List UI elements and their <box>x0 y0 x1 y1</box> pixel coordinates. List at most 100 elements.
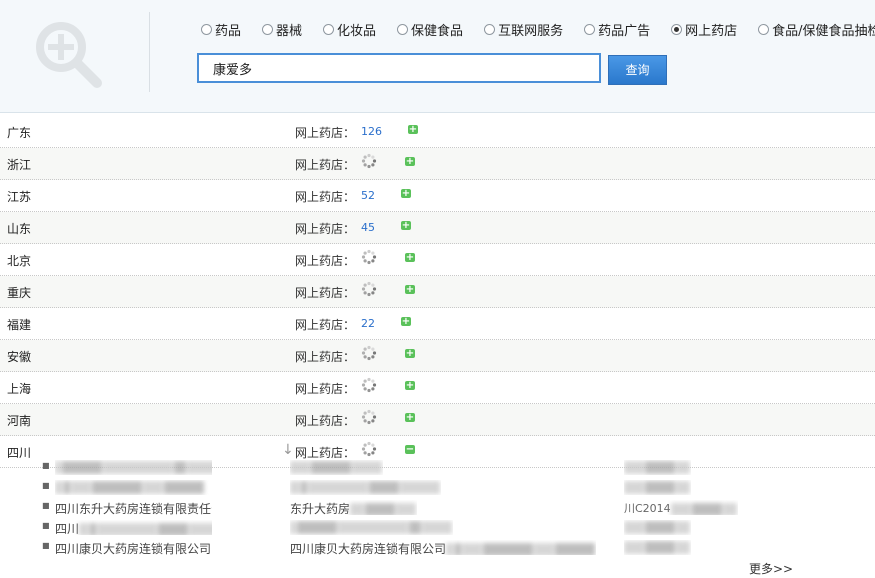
province-row: 重庆 网上药店： + <box>0 276 875 308</box>
store-count-label: 网上药店： <box>295 254 356 268</box>
loading-spinner-icon <box>361 345 377 361</box>
store-name: 四川康贝大药房连锁有限公司 <box>290 540 596 555</box>
category-label: 互联网服务 <box>498 24 564 39</box>
expand-icon[interactable]: + <box>401 189 411 199</box>
category-radio-group: 药品 器械 化妆品 保健食品 互联网服务 药品广告 网上药店 食品/保健食品抽检 <box>201 20 875 39</box>
province-name: 安徽 <box>7 350 32 364</box>
province-row: 上海 网上药店： + <box>0 372 875 404</box>
loading-spinner-icon <box>361 377 377 393</box>
company-name-text: 四川康贝大药房连锁有限公司 <box>55 542 212 555</box>
category-label: 药品广告 <box>598 24 651 39</box>
loading-spinner-icon <box>361 441 377 457</box>
store-count-link[interactable]: 52 <box>361 189 375 202</box>
province-row: 广东 网上药店： 126 + <box>0 116 875 148</box>
province-row: 江苏 网上药店： 52 + <box>0 180 875 212</box>
collapse-icon[interactable]: − <box>405 445 415 455</box>
category-option[interactable]: 网上药店 <box>671 20 737 39</box>
result-row: ■ <box>0 458 875 478</box>
store-name-text: 东升大药房 <box>290 502 351 515</box>
company-name[interactable]: 四川 <box>55 520 212 535</box>
store-count-link[interactable]: 45 <box>361 221 375 234</box>
arrow-down-icon: ↓ <box>282 442 294 458</box>
search-input[interactable] <box>197 53 601 83</box>
province-row: 浙江 网上药店： + <box>0 148 875 180</box>
radio-button[interactable] <box>758 24 770 35</box>
loading-spinner-icon <box>361 153 377 169</box>
loading-spinner-icon <box>361 281 377 297</box>
zoom-in-icon <box>36 22 102 88</box>
license-number: 川C2014 <box>624 500 738 515</box>
expand-icon[interactable]: + <box>401 317 411 327</box>
company-name[interactable] <box>55 460 212 475</box>
radio-button[interactable] <box>262 24 274 35</box>
license-number <box>624 540 691 555</box>
store-name <box>290 460 383 475</box>
province-name: 福建 <box>7 318 32 332</box>
category-label: 网上药店 <box>685 24 738 39</box>
store-count-label: 网上药店： <box>295 222 356 236</box>
category-option[interactable]: 药品广告 <box>584 20 650 39</box>
radio-button[interactable] <box>397 24 409 35</box>
store-count-link[interactable]: 126 <box>361 125 382 138</box>
province-name: 浙江 <box>7 158 32 172</box>
store-count-label: 网上药店： <box>295 350 356 364</box>
expand-icon[interactable]: + <box>405 349 415 359</box>
expand-icon[interactable]: + <box>405 253 415 263</box>
province-name: 北京 <box>7 254 32 268</box>
expand-icon[interactable]: + <box>405 157 415 167</box>
province-name: 山东 <box>7 222 32 236</box>
province-row: 安徽 网上药店： + <box>0 340 875 372</box>
province-row: 山东 网上药店： 45 + <box>0 212 875 244</box>
bullet-icon: ■ <box>42 501 50 510</box>
company-name-text: 四川东升大药房连锁有限责任公司 <box>55 502 212 515</box>
result-row: ■ 四川 <box>0 518 875 538</box>
loading-spinner-icon <box>361 249 377 265</box>
bullet-icon: ■ <box>42 481 50 490</box>
store-count-label: 网上药店： <box>295 286 356 300</box>
company-name-text: 四川 <box>55 522 80 535</box>
expand-icon[interactable]: + <box>401 221 411 231</box>
company-name[interactable] <box>55 480 212 495</box>
category-option[interactable]: 药品 <box>201 20 241 39</box>
category-option[interactable]: 食品/保健食品抽检 <box>758 20 875 39</box>
province-name: 上海 <box>7 382 32 396</box>
store-count-label: 网上药店： <box>295 414 356 428</box>
expand-icon[interactable]: + <box>405 285 415 295</box>
category-label: 化妆品 <box>337 24 377 39</box>
radio-button[interactable] <box>484 24 496 35</box>
expand-icon[interactable]: + <box>405 413 415 423</box>
province-row: 北京 网上药店： + <box>0 244 875 276</box>
result-list: ■ ■ ■ 四川东升大药房连锁有限责任公司 东升大药房 川C2014 ■ 四川 ■ 四川康贝大药房… <box>0 458 875 558</box>
category-option[interactable]: 保健食品 <box>397 20 463 39</box>
category-option[interactable]: 化妆品 <box>323 20 376 39</box>
expand-icon[interactable]: + <box>405 381 415 391</box>
license-number <box>624 520 691 535</box>
search-header: 药品 器械 化妆品 保健食品 互联网服务 药品广告 网上药店 食品/保健食品抽检 查询 <box>0 0 875 113</box>
category-option[interactable]: 互联网服务 <box>484 20 563 39</box>
more-link[interactable]: 更多>> <box>749 560 793 577</box>
query-button[interactable]: 查询 <box>608 55 667 85</box>
result-row: ■ <box>0 478 875 498</box>
license-number-text: 川C2014 <box>624 502 671 515</box>
province-name: 江苏 <box>7 190 32 204</box>
radio-button[interactable] <box>323 24 335 35</box>
expand-icon[interactable]: + <box>408 125 418 135</box>
province-list: 广东 网上药店： 126 + 浙江 网上药店： + 江苏 网上药店： 52 + 山东 网上药店： 45 + 北… <box>0 116 875 468</box>
province-row: 福建 网上药店： 22 + <box>0 308 875 340</box>
radio-button[interactable] <box>671 24 683 35</box>
radio-button[interactable] <box>584 24 596 35</box>
bullet-icon: ■ <box>42 461 50 470</box>
category-option[interactable]: 器械 <box>262 20 302 39</box>
divider <box>149 12 150 92</box>
store-count-link[interactable]: 22 <box>361 317 375 330</box>
province-name: 重庆 <box>7 286 32 300</box>
province-row: 河南 网上药店： + <box>0 404 875 436</box>
radio-button[interactable] <box>201 24 212 35</box>
bullet-icon: ■ <box>42 521 50 530</box>
company-name[interactable]: 四川东升大药房连锁有限责任公司 <box>55 500 212 515</box>
result-row: ■ 四川康贝大药房连锁有限公司 四川康贝大药房连锁有限公司 <box>0 538 875 558</box>
province-name: 河南 <box>7 414 32 428</box>
company-name[interactable]: 四川康贝大药房连锁有限公司 <box>55 540 212 555</box>
store-count-label: 网上药店： <box>295 190 356 204</box>
license-number <box>624 460 691 475</box>
